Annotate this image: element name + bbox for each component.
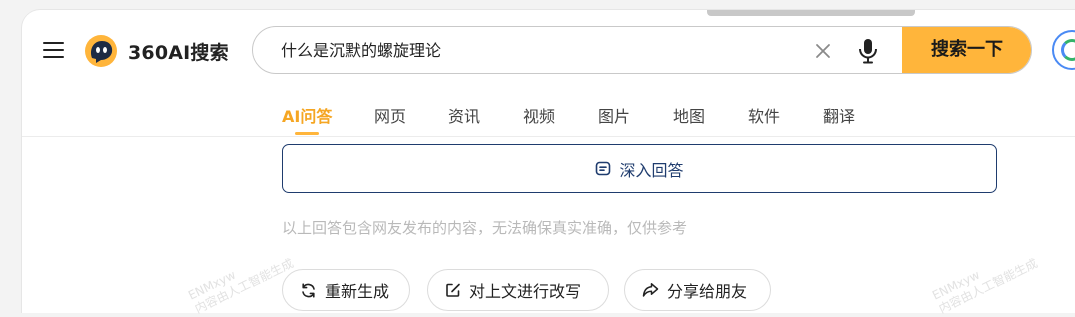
regenerate-label: 重新生成 [325,282,390,301]
active-tab-underline [295,132,319,135]
mascot-logo-icon [85,35,117,67]
share-button[interactable]: 分享给朋友 [624,269,771,311]
tab-translate[interactable]: 翻译 [823,103,855,127]
circle-logo-icon [1061,39,1075,61]
deep-answer-label: 深入回答 [619,160,684,180]
header-divider [22,136,1075,137]
search-button[interactable]: 搜索一下 [902,27,1031,73]
clear-icon[interactable] [814,42,832,60]
deep-answer-button[interactable]: 深入回答 [282,144,997,193]
logo[interactable]: 360AI搜索 [84,33,229,69]
disclaimer-text: 以上回答包含网友发布的内容，无法确保真实准确，仅供参考 [282,219,688,237]
search-input[interactable]: 什么是沉默的螺旋理论 [281,27,441,73]
tab-video[interactable]: 视频 [523,103,555,127]
tab-maps[interactable]: 地图 [673,103,705,127]
microphone-icon[interactable] [857,38,879,64]
menu-icon[interactable] [43,41,64,59]
rewrite-button[interactable]: 对上文进行改写 [427,269,609,311]
tab-images[interactable]: 图片 [598,103,630,127]
regenerate-button[interactable]: 重新生成 [282,269,410,311]
rewrite-label: 对上文进行改写 [469,282,582,301]
edit-icon [446,283,460,297]
tab-news[interactable]: 资讯 [448,103,480,127]
tab-web[interactable]: 网页 [374,103,406,127]
tab-ai-answer[interactable]: AI问答 [282,103,332,127]
search-box[interactable]: 什么是沉默的螺旋理论 搜索一下 [252,26,1032,74]
scroll-indicator [707,10,915,16]
logo-text: 360AI搜索 [128,41,229,64]
tab-software[interactable]: 软件 [748,103,780,127]
refresh-icon [302,282,315,298]
chat-icon [596,161,611,175]
share-icon [642,283,659,297]
share-label: 分享给朋友 [667,282,748,301]
